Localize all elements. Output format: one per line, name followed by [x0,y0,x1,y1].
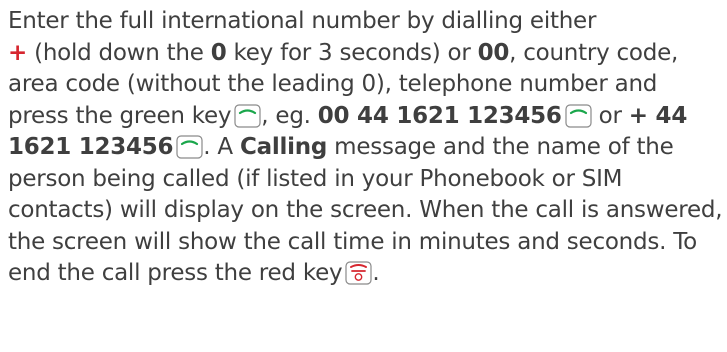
plus-sign: + [8,39,28,66]
green-call-key-icon [565,103,592,128]
example-number-1: 00 44 1621 123456 [317,102,562,129]
text-hold-down: (hold down the [27,39,211,66]
text-eg: , eg. [261,102,318,129]
double-zero-label: 00 [477,39,510,66]
text-a: . A [203,134,240,160]
green-call-key-icon [234,103,261,128]
text-intro: Enter the full international number by d… [8,8,597,34]
text-period: . [372,260,380,286]
calling-label: Calling [239,134,328,160]
text-or: or [591,102,629,129]
green-call-key-icon [176,135,203,159]
zero-key-label: 0 [210,39,227,66]
instruction-text: Enter the full international number by d… [8,6,724,290]
text-seconds: key for 3 seconds) or [226,39,478,66]
instruction-paragraph: Enter the full international number by d… [8,6,724,290]
red-end-key-icon [345,261,372,285]
